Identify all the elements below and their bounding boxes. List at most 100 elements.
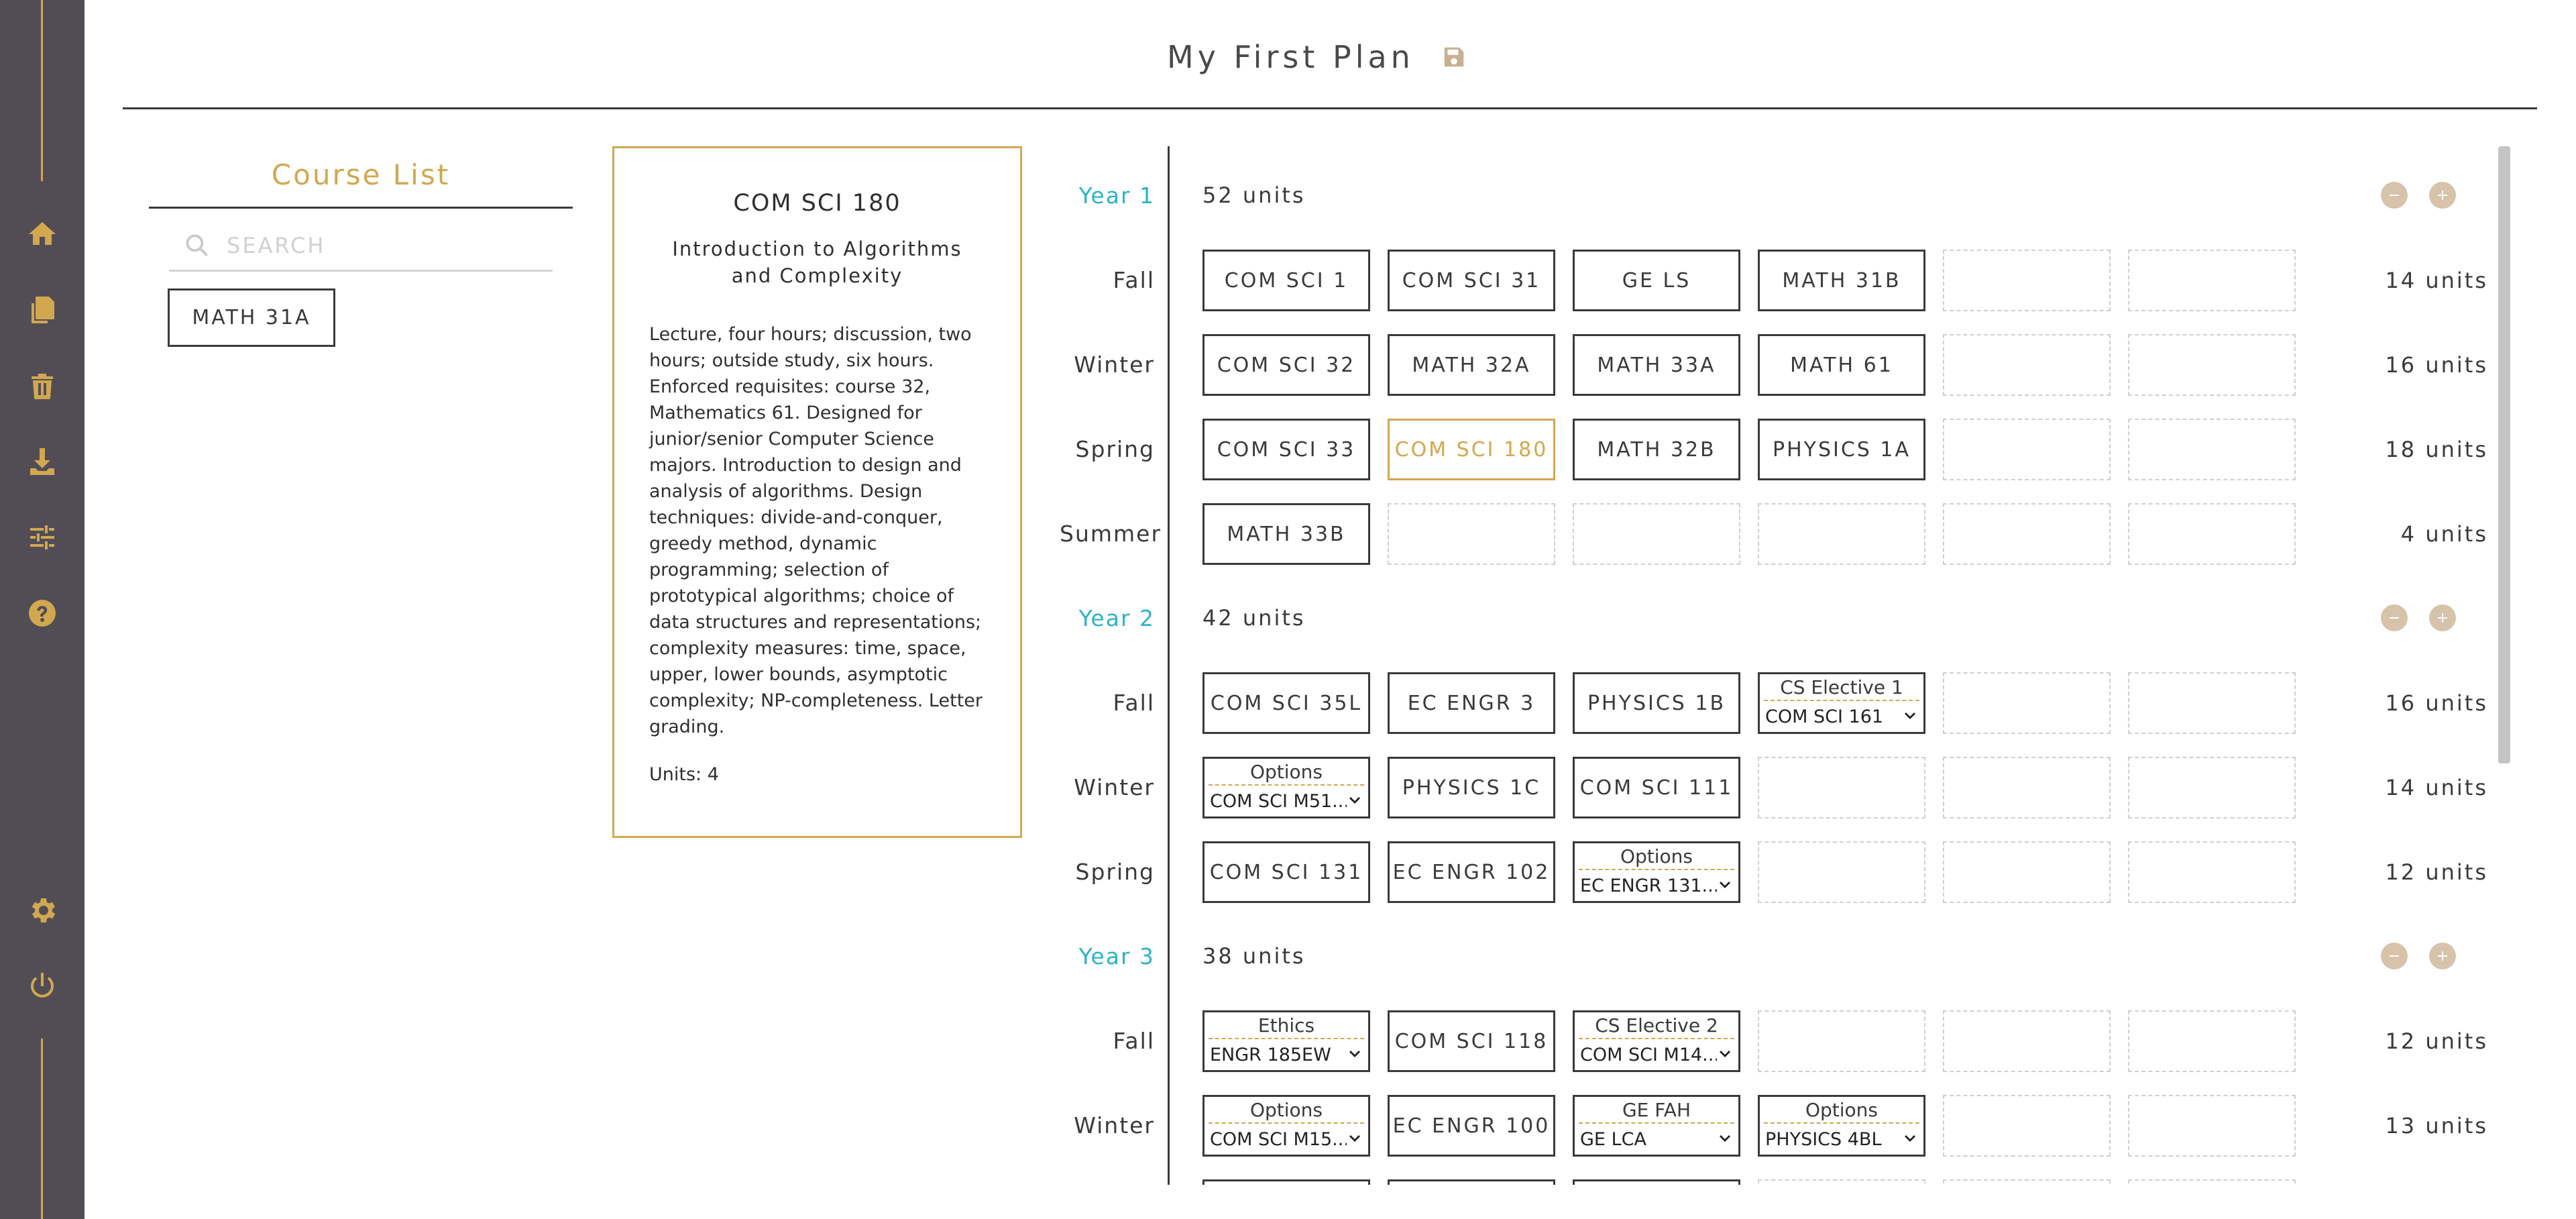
empty-course-slot[interactable] [2128, 1095, 2296, 1157]
remove-term-icon[interactable] [2381, 604, 2408, 631]
course-option-select[interactable]: Options EC ENGR 131... [1573, 841, 1740, 903]
chevron-down-icon [1717, 1131, 1733, 1147]
settings-icon[interactable] [24, 892, 60, 929]
option-dropdown[interactable]: EC ENGR 131... [1575, 870, 1738, 901]
course-option-select[interactable]: CS Elective 1 COM SCI 161 [1758, 672, 1925, 734]
course-card[interactable]: MATH 33B [1202, 503, 1370, 565]
term-label: Fall [1113, 1028, 1155, 1054]
option-dropdown[interactable]: COM SCI M14... [1575, 1039, 1738, 1070]
term-row: Summer MATH 33B 4 units [1060, 503, 2488, 565]
empty-course-slot[interactable] [2128, 1010, 2296, 1072]
home-icon[interactable] [24, 216, 60, 252]
option-value: COM SCI M14... [1580, 1044, 1717, 1065]
empty-course-slot[interactable] [2128, 672, 2296, 734]
header-divider [123, 107, 2537, 109]
empty-course-slot[interactable] [1758, 1010, 1925, 1072]
course-option-select[interactable]: Options COM SCI M15... [1202, 1095, 1370, 1157]
course-card[interactable]: MATH 61 [1758, 334, 1925, 396]
help-icon[interactable] [24, 595, 60, 631]
course-card[interactable]: MATH 32A [1388, 334, 1555, 396]
empty-course-slot[interactable] [2128, 757, 2296, 818]
empty-course-slot[interactable] [1573, 503, 1740, 565]
course-option-select[interactable]: Options COM SCI M51... [1202, 757, 1370, 818]
empty-course-slot[interactable] [1943, 334, 2111, 396]
course-card[interactable]: MATH 33A [1573, 334, 1740, 396]
option-dropdown[interactable]: COM SCI M51... [1205, 786, 1368, 816]
course-card[interactable]: EC ENGR 102 [1388, 841, 1555, 903]
empty-course-slot[interactable] [2128, 419, 2296, 480]
add-term-icon[interactable] [2429, 604, 2456, 631]
option-title: Options [1764, 1097, 1919, 1124]
empty-course-slot[interactable] [1943, 672, 2111, 734]
course-card[interactable]: COM SCI 131 [1202, 841, 1370, 903]
course-card[interactable] [1573, 1179, 1740, 1185]
course-list-item[interactable]: MATH 31A [168, 288, 335, 347]
empty-course-slot[interactable] [2128, 250, 2296, 311]
course-card[interactable]: PHYSICS 1A [1758, 419, 1925, 480]
empty-course-slot[interactable] [1388, 503, 1555, 565]
power-icon[interactable] [24, 968, 60, 1004]
empty-course-slot[interactable] [1758, 841, 1925, 903]
empty-course-slot[interactable] [1758, 1179, 1925, 1185]
course-card[interactable]: COM SCI 31 [1388, 250, 1555, 311]
year-label: Year 1 [1078, 182, 1155, 209]
plan-scrollbar[interactable] [2498, 146, 2510, 763]
course-option-select[interactable]: Options PHYSICS 4BL [1758, 1095, 1925, 1157]
empty-course-slot[interactable] [1943, 1179, 2111, 1185]
remove-term-icon[interactable] [2381, 182, 2408, 209]
empty-course-slot[interactable] [1943, 250, 2111, 311]
course-card[interactable]: COM SCI 1 [1202, 250, 1370, 311]
course-option-select[interactable]: Options [1202, 1179, 1370, 1185]
search-input[interactable] [227, 233, 535, 258]
course-detail-panel: COM SCI 180 Introduction to Algorithms a… [612, 146, 1022, 838]
term-units: 16 units [2385, 352, 2488, 378]
sliders-icon[interactable] [24, 519, 60, 555]
course-card[interactable]: COM SCI 33 [1202, 419, 1370, 480]
empty-course-slot[interactable] [1943, 419, 2111, 480]
option-dropdown[interactable]: GE LCA [1575, 1124, 1738, 1155]
option-dropdown[interactable]: PHYSICS 4BL [1760, 1124, 1923, 1155]
copy-icon[interactable] [24, 292, 60, 328]
course-card[interactable]: EC ENGR 3 [1388, 672, 1555, 734]
course-card[interactable]: COM SCI 32 [1202, 334, 1370, 396]
add-term-icon[interactable] [2429, 943, 2456, 969]
empty-course-slot[interactable] [1943, 503, 2111, 565]
course-card[interactable]: COM SCI 180 [1388, 419, 1555, 480]
course-card[interactable]: PHYSICS 1B [1573, 672, 1740, 734]
option-value: ENGR 185EW [1210, 1044, 1331, 1065]
chevron-down-icon [1347, 793, 1363, 809]
empty-course-slot[interactable] [2128, 1179, 2296, 1185]
course-option-select[interactable]: Ethics ENGR 185EW [1202, 1010, 1370, 1072]
course-option-select[interactable]: GE FAH GE LCA [1573, 1095, 1740, 1157]
empty-course-slot[interactable] [1943, 757, 2111, 818]
course-card[interactable]: EC ENGR 100 [1388, 1095, 1555, 1157]
option-dropdown[interactable]: COM SCI M15... [1205, 1124, 1368, 1155]
course-card[interactable]: EC ENGR [1388, 1179, 1555, 1185]
trash-icon[interactable] [24, 368, 60, 404]
empty-course-slot[interactable] [1758, 757, 1925, 818]
option-dropdown[interactable]: ENGR 185EW [1205, 1039, 1368, 1070]
course-card[interactable]: MATH 31B [1758, 250, 1925, 311]
download-icon[interactable] [24, 443, 60, 480]
empty-course-slot[interactable] [1943, 1095, 2111, 1157]
empty-course-slot[interactable] [1758, 503, 1925, 565]
course-card[interactable]: GE LS [1573, 250, 1740, 311]
option-dropdown[interactable]: COM SCI 161 [1760, 701, 1923, 732]
empty-course-slot[interactable] [2128, 503, 2296, 565]
add-term-icon[interactable] [2429, 182, 2456, 209]
save-icon[interactable] [1441, 44, 1467, 70]
header: My First Plan [1167, 34, 1467, 81]
empty-course-slot[interactable] [1943, 1010, 2111, 1072]
course-card[interactable]: MATH 32B [1573, 419, 1740, 480]
empty-course-slot[interactable] [2128, 841, 2296, 903]
remove-term-icon[interactable] [2381, 943, 2408, 969]
course-option-select[interactable]: CS Elective 2 COM SCI M14... [1573, 1010, 1740, 1072]
term-row: Fall COM SCI 35L EC ENGR 3 PHYSICS 1B CS Ele… [1060, 672, 2488, 734]
course-card[interactable]: COM SCI 111 [1573, 757, 1740, 818]
empty-course-slot[interactable] [2128, 334, 2296, 396]
course-card[interactable]: COM SCI 35L [1202, 672, 1370, 734]
empty-course-slot[interactable] [1943, 841, 2111, 903]
course-card[interactable]: PHYSICS 1C [1388, 757, 1555, 818]
course-card[interactable]: COM SCI 118 [1388, 1010, 1555, 1072]
term-label: Winter [1074, 352, 1155, 378]
